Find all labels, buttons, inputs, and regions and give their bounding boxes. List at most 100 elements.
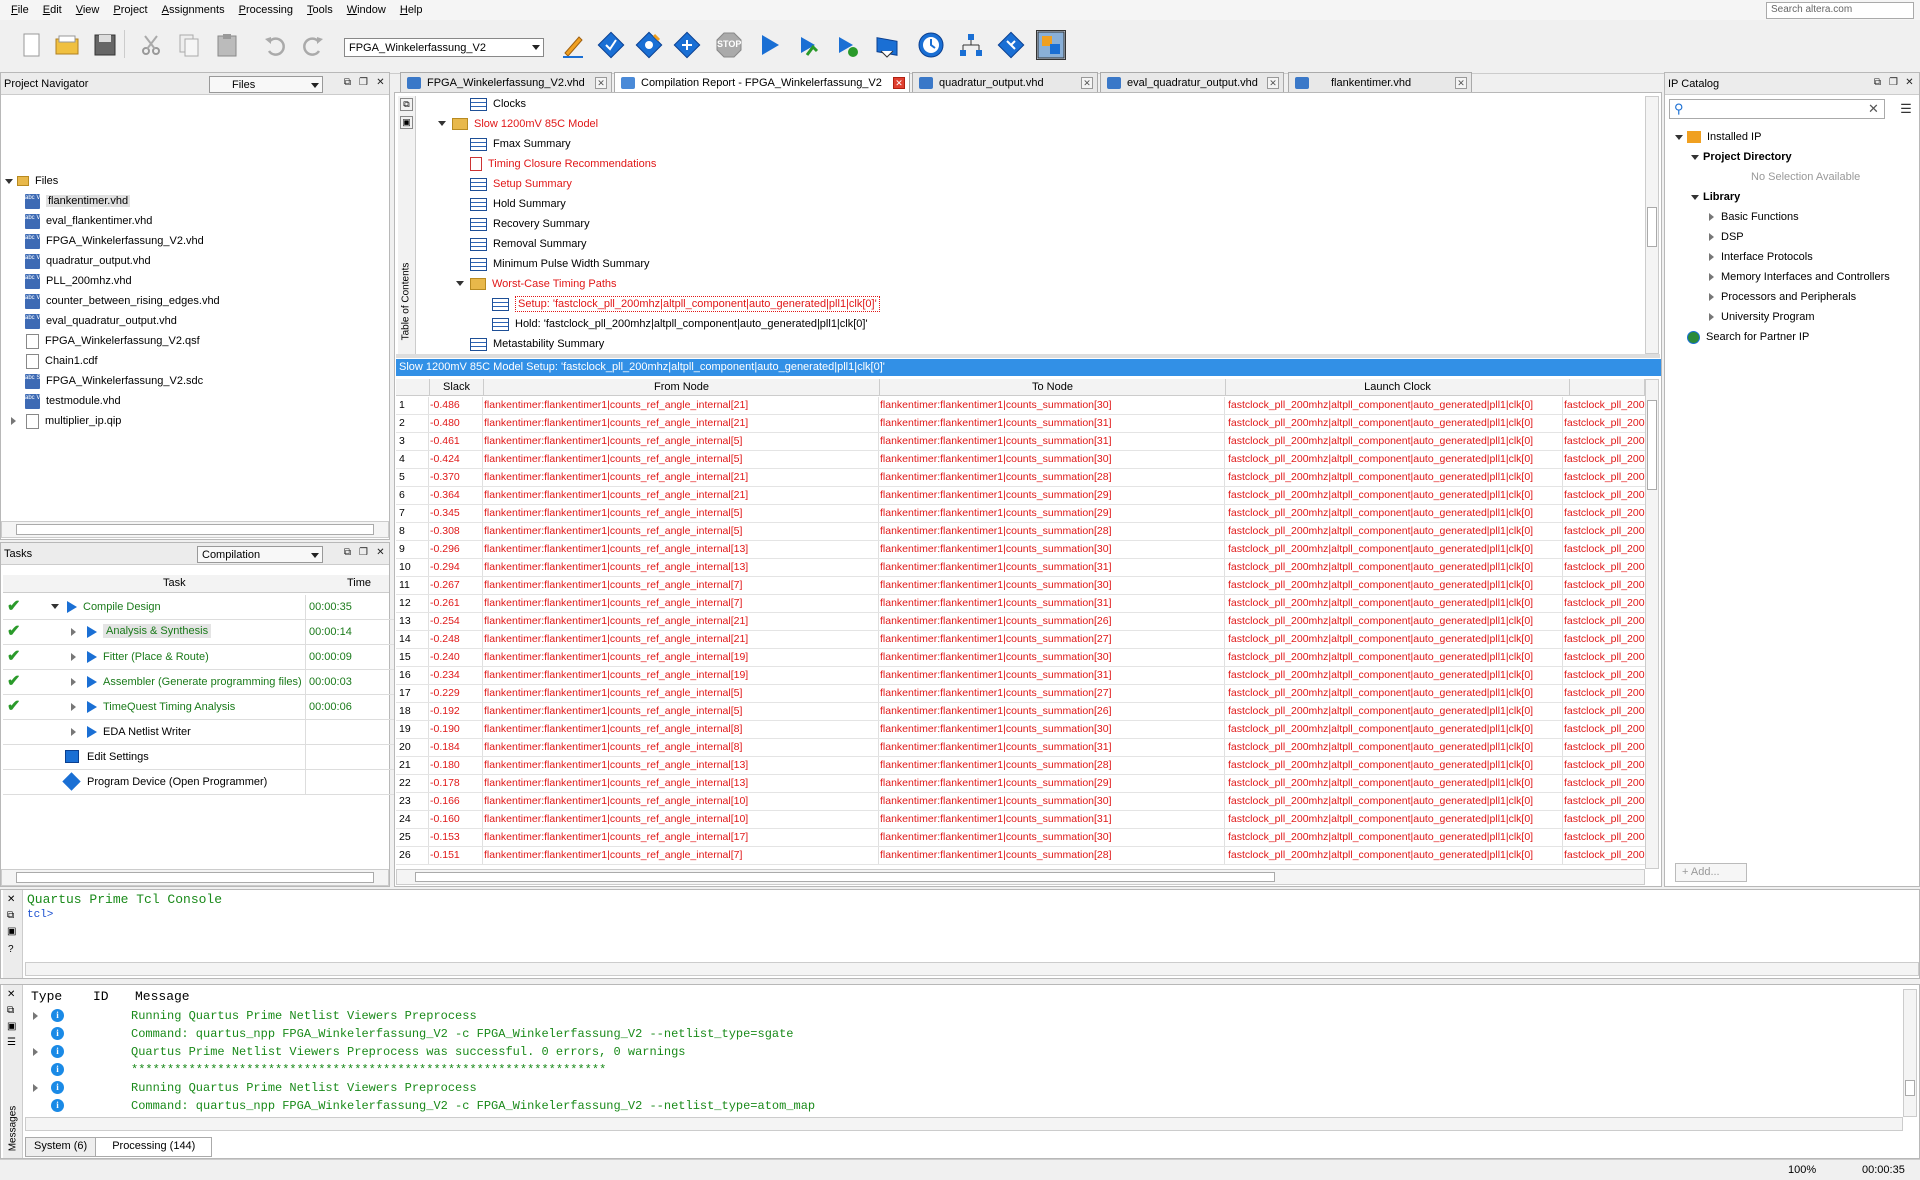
fitter-icon[interactable] <box>672 30 702 60</box>
column-header[interactable]: From Node <box>484 379 880 396</box>
tcl-prompt[interactable]: tcl> <box>27 909 53 921</box>
table-horizontal-scrollbar[interactable] <box>396 869 1645 885</box>
message-row[interactable]: i Quartus Prime Netlist Viewers Preproces… <box>27 1043 1897 1061</box>
start-compilation-icon[interactable] <box>754 30 784 60</box>
synthesis-icon[interactable] <box>634 30 664 60</box>
close-icon[interactable]: ✕ <box>595 77 607 89</box>
close-icon[interactable]: ✕ <box>374 77 387 90</box>
copy-icon[interactable] <box>174 30 204 60</box>
message-row[interactable]: i ***************************************… <box>27 1061 1897 1079</box>
table-row[interactable]: 17 -0.229 flankentimer:flankentimer1|count… <box>396 685 1646 703</box>
column-header[interactable]: Slack <box>430 379 484 396</box>
close-icon[interactable]: ✕ <box>374 547 387 560</box>
chevron-right-icon[interactable] <box>1709 293 1714 301</box>
tab-processing-messages[interactable]: Processing (144) <box>96 1137 213 1157</box>
play-icon[interactable] <box>87 701 97 713</box>
toc-item[interactable]: Metastability Summary <box>470 334 604 354</box>
file-item[interactable]: Chain1.cdf <box>25 351 98 371</box>
menu-edit[interactable]: Edit <box>36 0 69 20</box>
table-row[interactable]: 13 -0.254 flankentimer:flankentimer1|count… <box>396 613 1646 631</box>
table-row[interactable]: 10 -0.294 flankentimer:flankentimer1|count… <box>396 559 1646 577</box>
task-row[interactable]: ✔ Analysis & Synthesis 00:00:14 <box>3 620 403 645</box>
menu-file[interactable]: File <box>4 0 36 20</box>
ip-tree-item[interactable]: Library <box>1691 187 1740 207</box>
files-root[interactable]: Files <box>5 171 58 191</box>
ip-tree-item[interactable]: Installed IP <box>1675 127 1761 147</box>
float-icon[interactable]: ⧉ <box>7 1005 14 1016</box>
pin-icon[interactable]: ▣ <box>400 116 413 129</box>
ip-tree-item[interactable]: Search for Partner IP <box>1687 327 1809 347</box>
toc-item[interactable]: Hold: 'fastclock_pll_200mhz|altpll_compo… <box>492 314 868 334</box>
programmer-icon[interactable] <box>996 30 1026 60</box>
scrollbar-thumb[interactable] <box>16 872 374 883</box>
message-row[interactable]: i Running Quartus Prime Netlist Viewers P… <box>27 1007 1897 1025</box>
table-vertical-scrollbar[interactable] <box>1645 379 1659 869</box>
menu-assignments[interactable]: Assignments <box>155 0 232 20</box>
chevron-down-icon[interactable] <box>456 281 464 286</box>
file-item[interactable]: abc VHD quadratur_output.vhd <box>25 251 151 271</box>
ip-tree-item[interactable]: Interface Protocols <box>1709 247 1813 267</box>
table-row[interactable]: 20 -0.184 flankentimer:flankentimer1|count… <box>396 739 1646 757</box>
table-row[interactable]: 16 -0.234 flankentimer:flankentimer1|count… <box>396 667 1646 685</box>
chevron-right-icon[interactable] <box>1709 313 1714 321</box>
timing-analysis-icon[interactable] <box>832 30 862 60</box>
message-row[interactable]: i Command: quartus_npp FPGA_Winkelerfassu… <box>27 1097 1897 1115</box>
table-row[interactable]: 12 -0.261 flankentimer:flankentimer1|count… <box>396 595 1646 613</box>
file-item[interactable]: abc VHD counter_between_rising_edges.vhd <box>25 291 220 311</box>
save-icon[interactable] <box>90 30 120 60</box>
toc-item[interactable]: Worst-Case Timing Paths <box>456 274 617 294</box>
ip-tree-item[interactable]: University Program <box>1709 307 1815 327</box>
task-row[interactable]: ✔ Compile Design 00:00:35 <box>3 595 403 620</box>
table-row[interactable]: 21 -0.180 flankentimer:flankentimer1|count… <box>396 757 1646 775</box>
table-row[interactable]: 24 -0.160 flankentimer:flankentimer1|count… <box>396 811 1646 829</box>
file-item[interactable]: abc VHD PLL_200mhz.vhd <box>25 271 132 291</box>
close-icon[interactable]: ✕ <box>7 894 15 905</box>
chevron-right-icon[interactable] <box>71 653 76 661</box>
restore-icon[interactable]: ❐ <box>1887 77 1900 90</box>
message-row[interactable]: i Running Quartus Prime Netlist Viewers P… <box>27 1079 1897 1097</box>
close-icon[interactable]: ✕ <box>1081 77 1093 89</box>
cut-icon[interactable] <box>136 30 166 60</box>
menu-icon[interactable]: ☰ <box>1897 101 1915 117</box>
toc-item[interactable]: Fmax Summary <box>470 134 571 154</box>
chevron-down-icon[interactable] <box>1675 135 1683 140</box>
table-row[interactable]: 25 -0.153 flankentimer:flankentimer1|count… <box>396 829 1646 847</box>
file-item[interactable]: FPGA_Winkelerfassung_V2.qsf <box>25 331 200 351</box>
table-row[interactable]: 6 -0.364 flankentimer:flankentimer1|counts… <box>396 487 1646 505</box>
edit-icon[interactable] <box>558 30 588 60</box>
ip-tree-item[interactable]: Project Directory <box>1691 147 1792 167</box>
column-header[interactable]: Launch Clock <box>1226 379 1570 396</box>
paste-icon[interactable] <box>212 30 242 60</box>
clear-icon[interactable]: ✕ <box>1868 101 1879 117</box>
table-row[interactable]: 7 -0.345 flankentimer:flankentimer1|counts… <box>396 505 1646 523</box>
chevron-right-icon[interactable] <box>11 417 16 425</box>
table-row[interactable]: 14 -0.248 flankentimer:flankentimer1|count… <box>396 631 1646 649</box>
play-icon[interactable] <box>87 626 97 638</box>
programmer-icon[interactable] <box>62 772 81 791</box>
table-row[interactable]: 26 -0.151 flankentimer:flankentimer1|count… <box>396 847 1646 865</box>
chevron-right-icon[interactable] <box>1709 213 1714 221</box>
float-icon[interactable]: ⧉ <box>341 547 354 560</box>
task-row[interactable]: ✔ TimeQuest Timing Analysis 00:00:06 <box>3 695 403 720</box>
chevron-right-icon[interactable] <box>71 728 76 736</box>
column-header[interactable] <box>1570 379 1645 396</box>
file-item[interactable]: abc VHD testmodule.vhd <box>25 391 121 411</box>
menu-tools[interactable]: Tools <box>300 0 340 20</box>
close-icon[interactable]: ✕ <box>7 989 15 1000</box>
toc-vertical-scrollbar[interactable] <box>1645 96 1659 354</box>
table-row[interactable]: 22 -0.178 flankentimer:flankentimer1|count… <box>396 775 1646 793</box>
table-row[interactable]: 9 -0.296 flankentimer:flankentimer1|counts… <box>396 541 1646 559</box>
pin-icon[interactable]: ▣ <box>7 926 16 937</box>
undo-icon[interactable] <box>260 30 290 60</box>
chevron-down-icon[interactable] <box>1691 195 1699 200</box>
ip-search-input[interactable]: ⚲ ✕ <box>1669 99 1885 119</box>
tab-document[interactable]: eval_quadratur_output.vhd ✕ <box>1100 72 1284 92</box>
column-header[interactable] <box>396 379 430 396</box>
float-icon[interactable]: ⧉ <box>7 910 14 921</box>
toc-item[interactable]: Removal Summary <box>470 234 587 254</box>
file-item[interactable]: abc VHD flankentimer.vhd <box>25 191 131 211</box>
restore-icon[interactable]: ❐ <box>357 547 370 560</box>
toc-item[interactable]: Slow 1200mV 85C Model <box>438 114 598 134</box>
horizontal-scrollbar[interactable] <box>1 521 389 538</box>
play-icon[interactable] <box>87 726 97 738</box>
